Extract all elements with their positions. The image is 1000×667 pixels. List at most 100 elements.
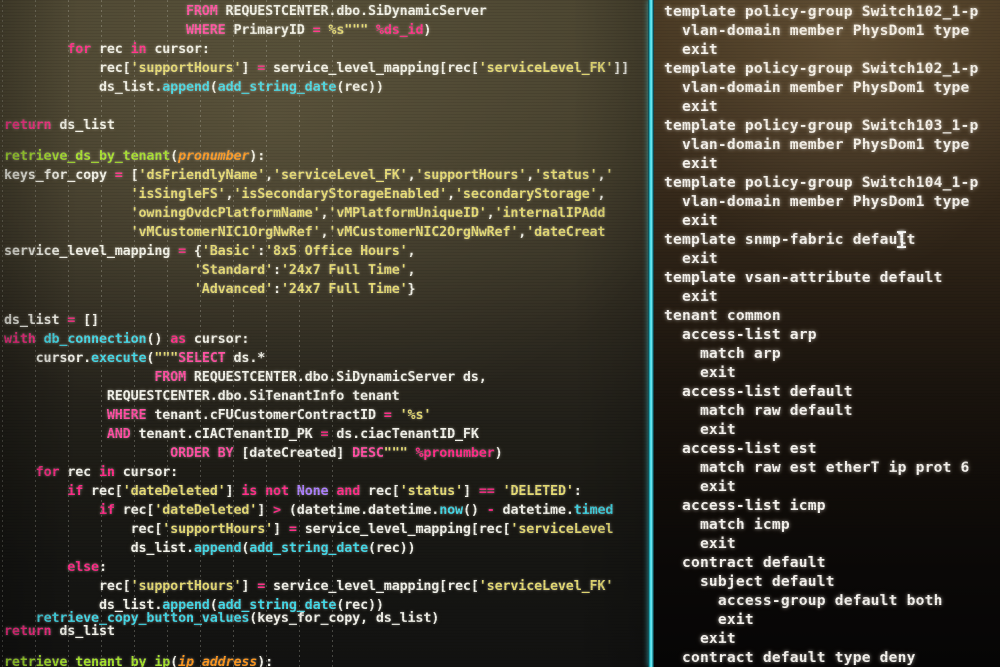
code-line[interactable]: WHERE tenant.cFUCustomerContractID = '%s… [4,406,432,426]
code-line[interactable]: FROM REQUESTCENTER.dbo.SiDynamicServer [4,2,487,22]
cli-line[interactable]: template policy-group Switch104_1-p [664,173,979,192]
code-token: 'supportHours' [162,522,274,537]
code-token: ( [170,149,179,164]
code-token: } [407,282,416,297]
code-token: ip_address [178,655,258,667]
network-cli-pane[interactable]: template policy-group Switch102_1-p vlan… [654,0,1000,667]
code-line[interactable]: ORDER BY [dateCreated] DESC""" %pronumbe… [4,444,503,464]
code-token: 'DELETED' [502,484,574,499]
code-token: rec[ [4,522,163,537]
cli-line[interactable]: exit [664,154,718,173]
code-token: [ [122,168,139,183]
cli-line[interactable]: template policy-group Switch102_1-p [664,59,979,78]
code-token: cursor: [186,332,250,347]
cli-line[interactable]: vlan-domain member PhysDom1 type [664,135,970,154]
code-line[interactable]: with db_connection() as cursor: [4,330,249,350]
code-line[interactable]: else: [4,558,107,578]
code-token: ) [423,23,432,38]
python-code-editor-pane[interactable]: FROM REQUESTCENTER.dbo.SiDynamicServer W… [0,0,650,667]
cli-line[interactable]: access-list arp [664,325,817,344]
code-line[interactable]: 'Advanced':'24x7 Full Time'} [4,280,416,300]
code-line[interactable]: ds_list.append(add_string_date(rec)) [4,539,416,559]
code-line[interactable]: FROM REQUESTCENTER.dbo.SiDynamicServer d… [4,368,486,388]
code-line[interactable]: cursor.execute("""SELECT ds.* [4,349,266,369]
cli-line[interactable]: contract default [664,553,826,572]
code-token: ] [225,484,242,499]
code-token: execute [91,351,147,366]
cli-line[interactable]: vlan-domain member PhysDom1 type [664,192,970,211]
code-line[interactable]: retrieve_ds_by_tenant(pronumber): [4,147,265,167]
code-token: append [193,541,242,556]
code-token: : [257,244,266,259]
code-token: , [526,168,535,183]
code-line[interactable]: rec['supportHours'] = service_level_mapp… [4,577,613,597]
code-line[interactable]: retrieve_tenant_by_ip(ip_address): [4,653,273,667]
code-token: """ [383,446,408,461]
code-line[interactable]: WHERE PrimaryID = %s""" %ds_id) [4,21,431,41]
code-token: ds_list [51,624,115,639]
cli-line[interactable]: exit [664,534,736,553]
code-line[interactable]: 'Standard':'24x7 Full Time', [4,261,416,281]
cli-line[interactable]: template vsan-attribute default [664,268,943,287]
code-line[interactable]: if rec['dateDeleted'] is not None and re… [4,482,582,502]
cli-line[interactable]: subject default [664,572,835,591]
code-token: '%s' [399,408,432,423]
code-token: , [407,263,416,278]
code-token: cursor. [4,351,92,366]
code-line[interactable]: ds_list.append(add_string_date(rec)) [4,78,384,98]
cli-line[interactable]: exit [664,629,736,648]
code-line[interactable]: 'owningOvdcPlatformName','vMPlatformUniq… [4,204,606,224]
cli-line[interactable]: access-list icmp [664,496,826,515]
code-token: - [486,503,495,518]
cli-line[interactable]: contract default type deny [664,648,916,667]
cli-line[interactable]: tenant common [664,306,781,325]
code-token: 'serviceLevel_FK' [273,168,408,183]
cli-line[interactable]: exit [664,287,718,306]
cli-line[interactable]: exit [664,97,718,116]
cli-line[interactable]: match raw est etherT ip prot 6 [664,458,970,477]
code-token: 'dateDeleted' [122,484,226,499]
code-line[interactable]: rec['supportHours'] = service_level_mapp… [4,59,629,79]
cli-line[interactable]: exit [664,40,718,59]
code-line[interactable]: rec['supportHours'] = service_level_mapp… [4,520,614,540]
cli-line[interactable]: exit [664,477,736,496]
cli-line[interactable]: exit [664,249,718,268]
code-line[interactable]: service_level_mapping = {'Basic':'8x5 Of… [4,242,416,262]
cli-line[interactable]: template policy-group Switch103_1-p [664,116,979,135]
cli-line[interactable]: access-list est [664,439,817,458]
cli-line[interactable]: exit [664,363,736,382]
code-line[interactable]: for rec in cursor: [4,463,179,483]
cli-line[interactable]: match raw default [664,401,853,420]
cli-line[interactable]: match icmp [664,515,790,534]
cli-line[interactable]: exit [664,420,736,439]
code-token: 'dateCreat [526,225,606,240]
cli-line[interactable]: template policy-group Switch102_1-p [664,2,979,21]
cli-line[interactable]: exit [664,610,754,629]
dual-pane-screenshot: FROM REQUESTCENTER.dbo.SiDynamicServer W… [0,0,1000,667]
code-line[interactable]: for rec in cursor: [4,40,210,60]
cli-line[interactable]: access-list default [664,382,853,401]
code-line[interactable]: ds_list = [] [4,311,99,331]
code-line[interactable]: return ds_list [4,622,115,642]
cli-line[interactable]: access-group default both [664,591,943,610]
code-line[interactable]: 'vMCustomerNIC1OrgNwRef','vMCustomerNIC2… [4,223,606,243]
cli-line[interactable]: exit [664,211,718,230]
code-line[interactable]: REQUESTCENTER.dbo.SiTenantInfo tenant [4,387,400,407]
code-token: %ds_id [375,23,424,38]
code-token: '24x7 Full Time' [280,263,408,278]
cli-line[interactable]: vlan-domain member PhysDom1 type [664,78,970,97]
code-token: service_level_mapping[rec[ [296,522,511,537]
code-line[interactable]: keys_for_copy = ['dsFriendlyName','servi… [4,166,613,186]
code-token: 'status' [399,484,463,499]
code-line[interactable]: 'isSingleFS','isSecondaryStorageEnabled'… [4,185,606,205]
cli-line[interactable]: vlan-domain member PhysDom1 type [664,21,970,40]
code-token: datetime. [494,503,574,518]
code-line[interactable]: AND tenant.cIACTenantID_PK = ds.ciacTena… [4,425,479,445]
code-line[interactable]: if rec['dateDeleted'] > (datetime.dateti… [4,501,614,521]
code-line[interactable]: return ds_list [4,116,115,136]
cli-line[interactable]: template snmp-fabric default [664,230,916,249]
cli-line[interactable]: match arp [664,344,781,363]
